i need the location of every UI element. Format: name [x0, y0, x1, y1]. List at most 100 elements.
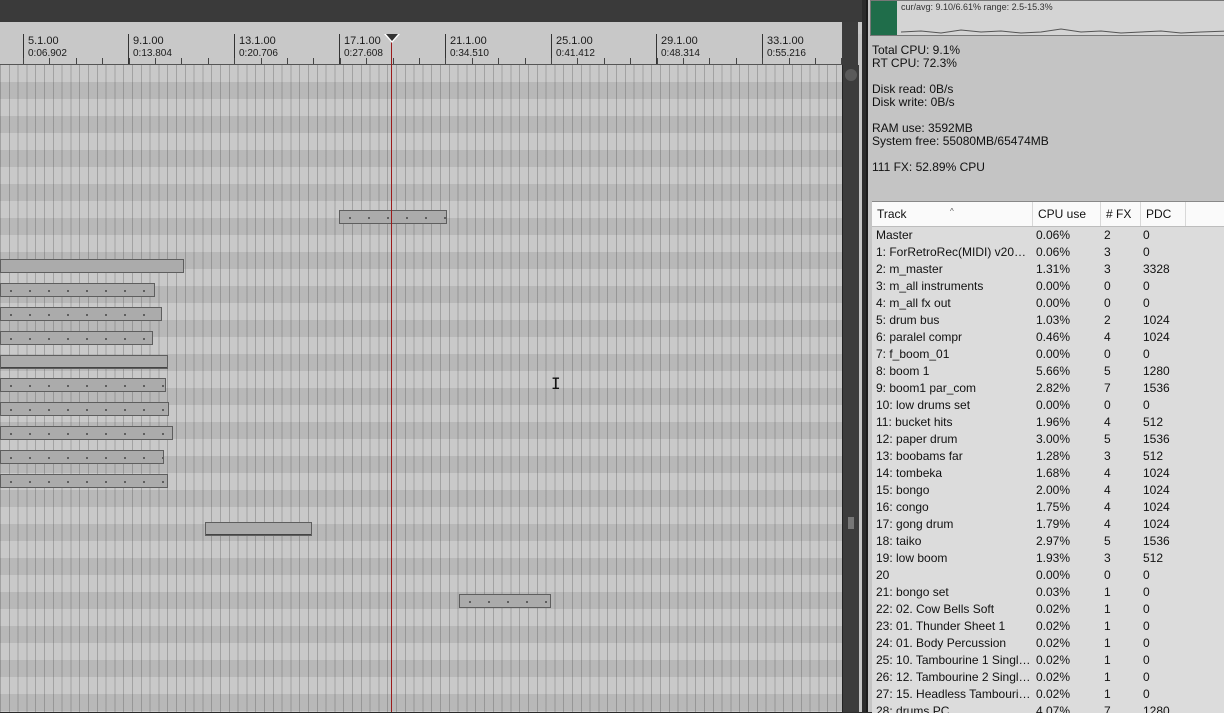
media-item[interactable] — [0, 378, 166, 392]
media-item[interactable] — [0, 259, 184, 273]
cpu-cell: 0.03% — [1036, 585, 1071, 599]
table-row[interactable]: 15: bongo 2.00% 4 1024 — [872, 482, 1224, 499]
ruler-subtick — [630, 58, 631, 64]
ruler-subtick — [419, 58, 420, 64]
media-item[interactable] — [0, 402, 169, 416]
cpu-cell: 0.02% — [1036, 687, 1071, 701]
ruler-subtick — [577, 58, 578, 64]
fx-cell: 2 — [1104, 313, 1111, 327]
table-row[interactable]: 2: m_master 1.31% 3 3328 — [872, 261, 1224, 278]
ruler-time-label: 0:48.314 — [661, 48, 700, 59]
table-row[interactable]: 24: 01. Body Percussion 0.02% 1 0 — [872, 635, 1224, 652]
table-row[interactable]: 17: gong drum 1.79% 4 1024 — [872, 516, 1224, 533]
ruler-subtick — [208, 58, 209, 64]
table-row[interactable]: 22: 02. Cow Bells Soft 0.02% 1 0 — [872, 601, 1224, 618]
fx-cell: 1 — [1104, 670, 1111, 684]
track-cell: Master — [876, 228, 913, 242]
media-item[interactable] — [0, 474, 168, 488]
pdc-cell: 512 — [1143, 449, 1164, 463]
media-item[interactable] — [0, 450, 164, 464]
pdc-cell: 0 — [1143, 296, 1150, 310]
track-cell: 6: paralel compr — [876, 330, 963, 344]
disk-write-text: Disk write: 0B/s — [872, 95, 955, 109]
pdc-cell: 0 — [1143, 687, 1150, 701]
track-cell: 22: 02. Cow Bells Soft — [876, 602, 995, 616]
track-cell: 11: bucket hits — [876, 415, 953, 429]
table-row[interactable]: 3: m_all instruments 0.00% 0 0 — [872, 278, 1224, 295]
sort-ascending-icon: ^ — [950, 207, 954, 216]
pdc-cell: 1024 — [1143, 483, 1170, 497]
table-row[interactable]: 13: boobams far 1.28% 3 512 — [872, 448, 1224, 465]
table-row[interactable]: 18: taiko 2.97% 5 1536 — [872, 533, 1224, 550]
pdc-cell: 0 — [1143, 670, 1150, 684]
playhead-line[interactable] — [391, 34, 392, 712]
media-item[interactable] — [205, 522, 312, 536]
arrange-view[interactable]: 5.1.00 0:06.902 9.1.00 0:13.804 13.1.00 … — [0, 0, 862, 712]
playhead-marker[interactable] — [384, 34, 400, 43]
fx-cell: 4 — [1104, 415, 1111, 429]
table-row[interactable]: 16: congo 1.75% 4 1024 — [872, 499, 1224, 516]
table-row[interactable]: 11: bucket hits 1.96% 4 512 — [872, 414, 1224, 431]
media-item[interactable] — [0, 307, 162, 321]
pdc-cell: 0 — [1143, 398, 1150, 412]
arrange-top-strip — [0, 0, 862, 23]
table-row[interactable]: 9: boom1 par_com 2.82% 7 1536 — [872, 380, 1224, 397]
ruler-subtick — [551, 58, 552, 64]
cpu-cell: 1.75% — [1036, 500, 1071, 514]
ruler-subtick — [657, 58, 658, 64]
scroll-thumb[interactable] — [848, 517, 854, 529]
media-item[interactable] — [339, 210, 447, 224]
performance-meter-panel: cur/avg: 9.10/6.61% range: 2.5-15.3% Tot… — [866, 0, 1224, 713]
fx-cell: 3 — [1104, 262, 1111, 276]
track-cell: 12: paper drum — [876, 432, 958, 446]
fx-cell: 4 — [1104, 517, 1111, 531]
cpu-cell: 0.02% — [1036, 636, 1071, 650]
table-row[interactable]: 1: ForRetroRec(MIDI) v20151... 0.06% 3 0 — [872, 244, 1224, 261]
pdc-cell: 512 — [1143, 415, 1164, 429]
timeline-ruler[interactable]: 5.1.00 0:06.902 9.1.00 0:13.804 13.1.00 … — [0, 34, 842, 65]
media-item[interactable] — [0, 283, 155, 297]
media-item[interactable] — [459, 594, 551, 608]
cpu-cell: 5.66% — [1036, 364, 1071, 378]
table-row[interactable]: 4: m_all fx out 0.00% 0 0 — [872, 295, 1224, 312]
table-row[interactable]: 14: tombeka 1.68% 4 1024 — [872, 465, 1224, 482]
table-row[interactable]: 23: 01. Thunder Sheet 1 0.02% 1 0 — [872, 618, 1224, 635]
track-lanes[interactable] — [0, 65, 842, 712]
ruler-subtick — [736, 58, 737, 64]
table-row[interactable]: 25: 10. Tambourine 1 Singles ... 0.02% 1 0 — [872, 652, 1224, 669]
ruler-bar-label: 5.1.00 — [28, 35, 59, 47]
fx-cell: 1 — [1104, 636, 1111, 650]
fx-cell: 3 — [1104, 449, 1111, 463]
column-header-fx[interactable]: # FX — [1101, 202, 1141, 226]
zoom-button[interactable] — [845, 69, 857, 81]
table-row[interactable]: 7: f_boom_01 0.00% 0 0 — [872, 346, 1224, 363]
table-row[interactable]: 20 0.00% 0 0 — [872, 567, 1224, 584]
cpu-cell: 0.00% — [1036, 347, 1071, 361]
pdc-cell: 1280 — [1143, 364, 1170, 378]
ruler-bar-label: 13.1.00 — [239, 35, 276, 47]
table-row[interactable]: 27: 15. Headless Tambourine 2 0.02% 1 0 — [872, 686, 1224, 703]
table-row[interactable]: 6: paralel compr 0.46% 4 1024 — [872, 329, 1224, 346]
track-cell: 19: low boom — [876, 551, 948, 565]
table-row[interactable]: 26: 12. Tambourine 2 Singles ... 0.02% 1 0 — [872, 669, 1224, 686]
table-row[interactable]: Master 0.06% 2 0 — [872, 227, 1224, 244]
ruler-time-label: 0:27.608 — [344, 48, 383, 59]
table-row[interactable]: 8: boom 1 5.66% 5 1280 — [872, 363, 1224, 380]
table-row[interactable]: 5: drum bus 1.03% 2 1024 — [872, 312, 1224, 329]
vertical-scrollbar[interactable] — [842, 65, 859, 712]
column-header-track[interactable]: Track ^ — [872, 202, 1033, 226]
pdc-cell: 1536 — [1143, 534, 1170, 548]
track-cell: 13: boobams far — [876, 449, 963, 463]
track-cell: 27: 15. Headless Tambourine 2 — [876, 687, 1031, 701]
media-item[interactable] — [0, 355, 168, 369]
media-item[interactable] — [0, 331, 153, 345]
column-header-cpu[interactable]: CPU use — [1033, 202, 1101, 226]
media-item[interactable] — [0, 426, 173, 440]
column-header-pdc[interactable]: PDC — [1141, 202, 1186, 226]
ruler-subtick — [709, 58, 710, 64]
table-row[interactable]: 12: paper drum 3.00% 5 1536 — [872, 431, 1224, 448]
table-row[interactable]: 10: low drums set 0.00% 0 0 — [872, 397, 1224, 414]
table-row[interactable]: 21: bongo set 0.03% 1 0 — [872, 584, 1224, 601]
table-row[interactable]: 19: low boom 1.93% 3 512 — [872, 550, 1224, 567]
cpu-cell: 0.02% — [1036, 670, 1071, 684]
